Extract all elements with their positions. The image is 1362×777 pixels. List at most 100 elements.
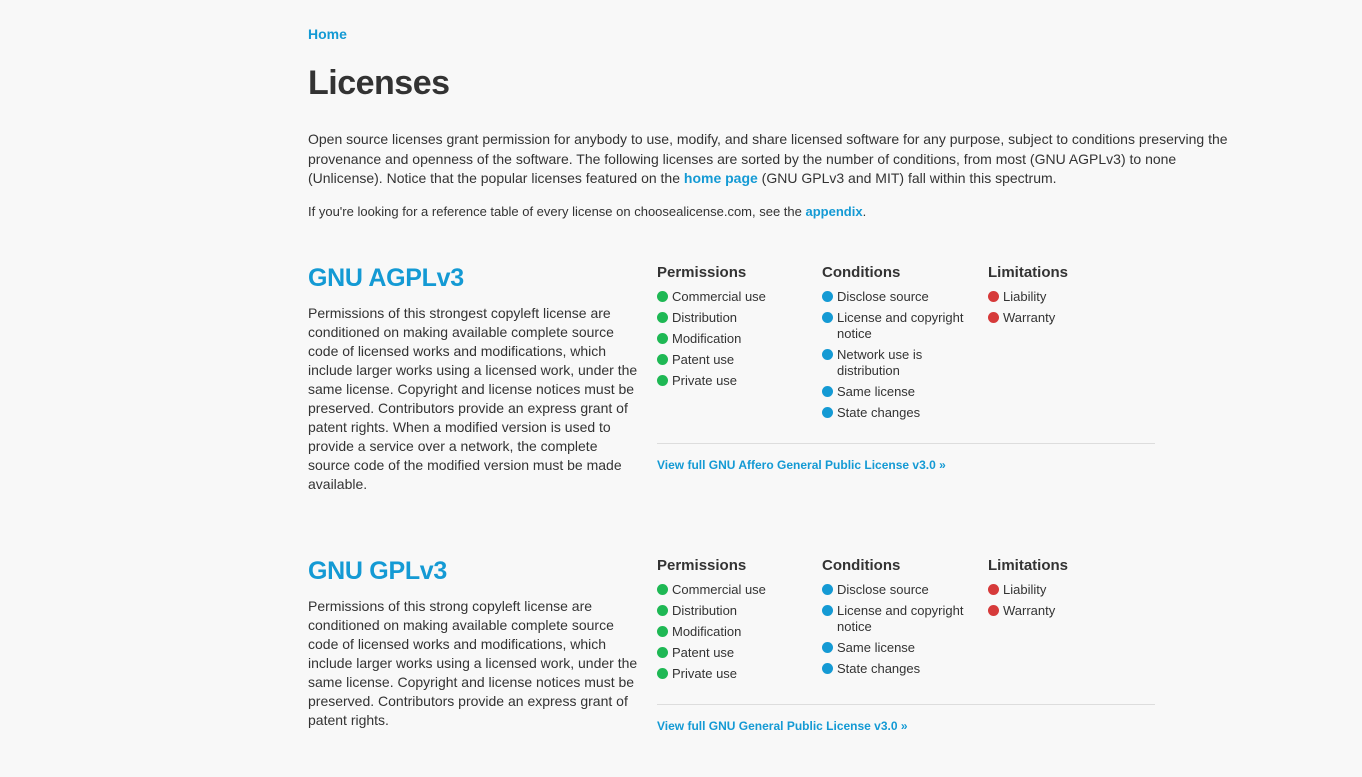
page-title: Licenses: [308, 64, 450, 102]
limitations-heading: Limitations: [988, 557, 1069, 574]
limitations-column: Limitations Liability Warranty: [988, 557, 1148, 624]
limitation-label: Warranty: [1003, 310, 1056, 325]
condition-dot-icon: [822, 663, 833, 674]
appendix-link[interactable]: appendix: [806, 204, 863, 219]
permission-item[interactable]: Private use: [657, 666, 817, 682]
permission-dot-icon: [657, 312, 668, 323]
permission-dot-icon: [657, 354, 668, 365]
conditions-column: Conditions Disclose source License and c…: [822, 264, 982, 426]
permission-label: Distribution: [672, 310, 738, 325]
limitations-list: Liability Warranty: [988, 289, 1148, 326]
limitation-dot-icon: [988, 291, 999, 302]
condition-item[interactable]: Same license: [822, 640, 982, 656]
permission-label: Commercial use: [672, 289, 766, 304]
view-full-license-link[interactable]: View full GNU General Public License v3.…: [657, 719, 908, 733]
intro-paragraph: Open source licenses grant permission fo…: [308, 130, 1248, 189]
permissions-column: Permissions Commercial use Distribution …: [657, 557, 817, 687]
license-title-link[interactable]: GNU GPLv3: [308, 557, 447, 586]
permission-item[interactable]: Modification: [657, 624, 817, 640]
permission-label: Patent use: [672, 645, 735, 660]
conditions-column: Conditions Disclose source License and c…: [822, 557, 982, 682]
limitation-item[interactable]: Liability: [988, 582, 1148, 598]
permission-dot-icon: [657, 626, 668, 637]
limitation-label: Warranty: [1003, 603, 1056, 618]
home-page-link[interactable]: home page: [684, 170, 758, 186]
condition-item[interactable]: Disclose source: [822, 289, 982, 305]
permission-item[interactable]: Commercial use: [657, 582, 817, 598]
permission-dot-icon: [657, 333, 668, 344]
conditions-list: Disclose source License and copyright no…: [822, 582, 982, 677]
divider: [657, 443, 1155, 444]
condition-item[interactable]: State changes: [822, 405, 982, 421]
permission-item[interactable]: Commercial use: [657, 289, 817, 305]
permissions-heading: Permissions: [657, 557, 747, 574]
permissions-list: Commercial use Distribution Modification…: [657, 582, 817, 682]
limitation-item[interactable]: Liability: [988, 289, 1148, 305]
condition-dot-icon: [822, 407, 833, 418]
permission-item[interactable]: Patent use: [657, 352, 817, 368]
limitation-label: Liability: [1003, 582, 1047, 597]
license-description: Permissions of this strongest copyleft l…: [308, 305, 638, 492]
permission-label: Modification: [672, 624, 742, 639]
condition-item[interactable]: License and copyright notice: [822, 603, 982, 635]
reference-text-before: If you're looking for a reference table …: [308, 204, 806, 219]
condition-item[interactable]: State changes: [822, 661, 982, 677]
limitation-dot-icon: [988, 605, 999, 616]
intro-text-after: (GNU GPLv3 and MIT) fall within this spe…: [757, 170, 1057, 186]
limitation-dot-icon: [988, 584, 999, 595]
condition-label: Network use is distribution: [837, 347, 923, 378]
condition-label: License and copyright notice: [837, 603, 964, 634]
limitation-item[interactable]: Warranty: [988, 310, 1148, 326]
conditions-heading: Conditions: [822, 557, 901, 574]
permission-label: Patent use: [672, 352, 735, 367]
reference-text-after: .: [862, 204, 867, 219]
permission-dot-icon: [657, 375, 668, 386]
condition-label: License and copyright notice: [837, 310, 964, 341]
permission-label: Private use: [672, 666, 738, 681]
permission-dot-icon: [657, 668, 668, 679]
limitations-list: Liability Warranty: [988, 582, 1148, 619]
limitation-label: Liability: [1003, 289, 1047, 304]
permission-item[interactable]: Distribution: [657, 603, 817, 619]
limitation-dot-icon: [988, 312, 999, 323]
permission-item[interactable]: Distribution: [657, 310, 817, 326]
condition-label: Same license: [837, 640, 916, 655]
permissions-list: Commercial use Distribution Modification…: [657, 289, 817, 389]
conditions-heading: Conditions: [822, 264, 901, 281]
permission-label: Commercial use: [672, 582, 766, 597]
limitations-column: Limitations Liability Warranty: [988, 264, 1148, 331]
permission-item[interactable]: Patent use: [657, 645, 817, 661]
reference-paragraph: If you're looking for a reference table …: [308, 203, 1248, 220]
permission-dot-icon: [657, 647, 668, 658]
permission-label: Private use: [672, 373, 738, 388]
condition-dot-icon: [822, 312, 833, 323]
condition-dot-icon: [822, 605, 833, 616]
condition-item[interactable]: License and copyright notice: [822, 310, 982, 342]
permission-dot-icon: [657, 291, 668, 302]
permission-dot-icon: [657, 605, 668, 616]
condition-dot-icon: [822, 642, 833, 653]
condition-label: State changes: [837, 661, 921, 676]
condition-label: Same license: [837, 384, 916, 399]
conditions-list: Disclose source License and copyright no…: [822, 289, 982, 421]
condition-dot-icon: [822, 349, 833, 360]
license-title-link[interactable]: GNU AGPLv3: [308, 264, 464, 293]
permissions-heading: Permissions: [657, 264, 747, 281]
limitations-heading: Limitations: [988, 264, 1069, 281]
condition-dot-icon: [822, 584, 833, 595]
permission-label: Distribution: [672, 603, 738, 618]
limitation-item[interactable]: Warranty: [988, 603, 1148, 619]
view-full-license-link[interactable]: View full GNU Affero General Public Lice…: [657, 458, 946, 472]
divider: [657, 704, 1155, 705]
permission-item[interactable]: Private use: [657, 373, 817, 389]
condition-label: Disclose source: [837, 289, 929, 304]
condition-item[interactable]: Disclose source: [822, 582, 982, 598]
breadcrumb-home-link[interactable]: Home: [308, 26, 347, 42]
condition-dot-icon: [822, 291, 833, 302]
condition-item[interactable]: Network use is distribution: [822, 347, 982, 379]
permission-label: Modification: [672, 331, 742, 346]
condition-label: State changes: [837, 405, 921, 420]
condition-dot-icon: [822, 386, 833, 397]
condition-item[interactable]: Same license: [822, 384, 982, 400]
permission-item[interactable]: Modification: [657, 331, 817, 347]
